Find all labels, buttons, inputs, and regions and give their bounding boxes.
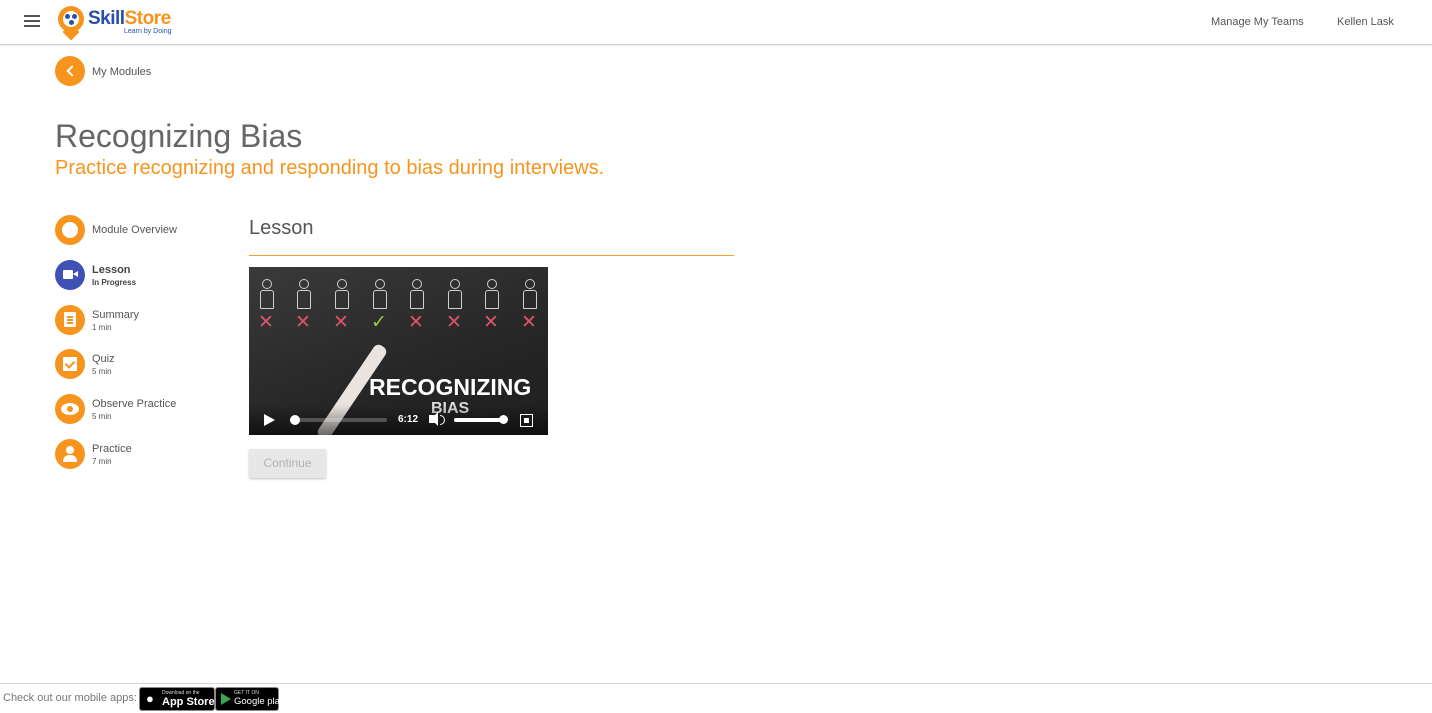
figure-illustration: ✕ [329, 275, 355, 332]
step-label: Summary [92, 309, 140, 321]
hamburger-menu-icon[interactable] [24, 15, 40, 29]
step-duration: 1 min [92, 323, 112, 332]
logo-tagline: Learn by Doing [124, 28, 172, 35]
volume-slider[interactable] [454, 415, 508, 424]
google-play-badge[interactable]: GET IT ON Google play [215, 687, 285, 711]
app-store-badge[interactable]: ● Download on the App Store [139, 687, 215, 711]
figure-illustration: ✕ [254, 275, 280, 332]
step-duration: 5 min [92, 367, 112, 376]
checkbox-icon [55, 349, 85, 379]
step-summary[interactable]: Summary 1 min [55, 305, 225, 337]
volume-fill [454, 418, 504, 422]
top-app-bar: SkillStore Learn by Doing Manage My Team… [0, 0, 1432, 45]
section-title: Lesson [249, 217, 314, 239]
person-icon [55, 439, 85, 469]
eye-icon [55, 394, 85, 424]
badge-big-text: App Store [162, 696, 215, 708]
step-duration: 7 min [92, 457, 112, 466]
video-progress-bar[interactable] [290, 415, 387, 425]
apple-icon: ● [146, 691, 154, 706]
lesson-video-player[interactable]: ✕ ✕ ✕ ✓ ✕ ✕ ✕ ✕ RECOGNIZING BIAS 6:12 [249, 267, 548, 435]
circle-icon [55, 215, 85, 245]
volume-icon[interactable] [429, 412, 445, 426]
step-lesson[interactable]: Lesson In Progress [55, 260, 225, 292]
figure-illustration: ✓ [367, 275, 393, 332]
figure-illustration: ✕ [517, 275, 543, 332]
progress-handle[interactable] [290, 415, 300, 425]
badge-big-text: Google play [234, 696, 285, 707]
step-practice[interactable]: Practice 7 min [55, 439, 225, 471]
back-button[interactable] [55, 56, 85, 86]
fullscreen-icon[interactable] [520, 414, 533, 427]
step-label: Practice [92, 443, 132, 455]
skillstore-logo[interactable]: SkillStore Learn by Doing [58, 6, 178, 40]
footer: Check out our mobile apps: ● Download on… [0, 683, 1432, 713]
section-divider [249, 255, 734, 256]
play-icon[interactable] [264, 414, 275, 426]
step-status: In Progress [92, 278, 137, 287]
logo-pin-icon [58, 6, 84, 32]
figure-illustration: ✕ [404, 275, 430, 332]
my-modules-link[interactable]: My Modules [92, 66, 151, 78]
video-title-overlay: RECOGNIZING [369, 374, 532, 400]
footer-text: Check out our mobile apps: [3, 692, 137, 704]
figure-illustration: ✕ [442, 275, 468, 332]
step-quiz[interactable]: Quiz 5 min [55, 349, 225, 381]
continue-button[interactable]: Continue [249, 449, 326, 478]
user-menu[interactable]: Kellen Lask [1337, 16, 1394, 28]
figure-illustration: ✕ [291, 275, 317, 332]
video-camera-icon [55, 260, 85, 290]
manage-my-teams-link[interactable]: Manage My Teams [1211, 16, 1304, 28]
volume-handle[interactable] [499, 415, 508, 424]
logo-wordmark: SkillStore [88, 8, 171, 29]
video-controls: 6:12 [249, 405, 548, 435]
step-label: Quiz [92, 353, 115, 365]
step-label: Lesson [92, 264, 131, 276]
page-subtitle: Practice recognizing and responding to b… [55, 157, 605, 179]
figure-illustration: ✕ [479, 275, 505, 332]
step-observe-practice[interactable]: Observe Practice 5 min [55, 394, 225, 426]
step-label: Observe Practice [92, 398, 177, 410]
clipboard-icon [55, 305, 85, 335]
video-time: 6:12 [398, 414, 419, 425]
step-module-overview[interactable]: Module Overview [55, 215, 225, 247]
google-play-icon [221, 693, 231, 705]
page-title: Recognizing Bias [55, 118, 303, 154]
step-label: Module Overview [92, 224, 177, 236]
step-duration: 5 min [92, 412, 112, 421]
